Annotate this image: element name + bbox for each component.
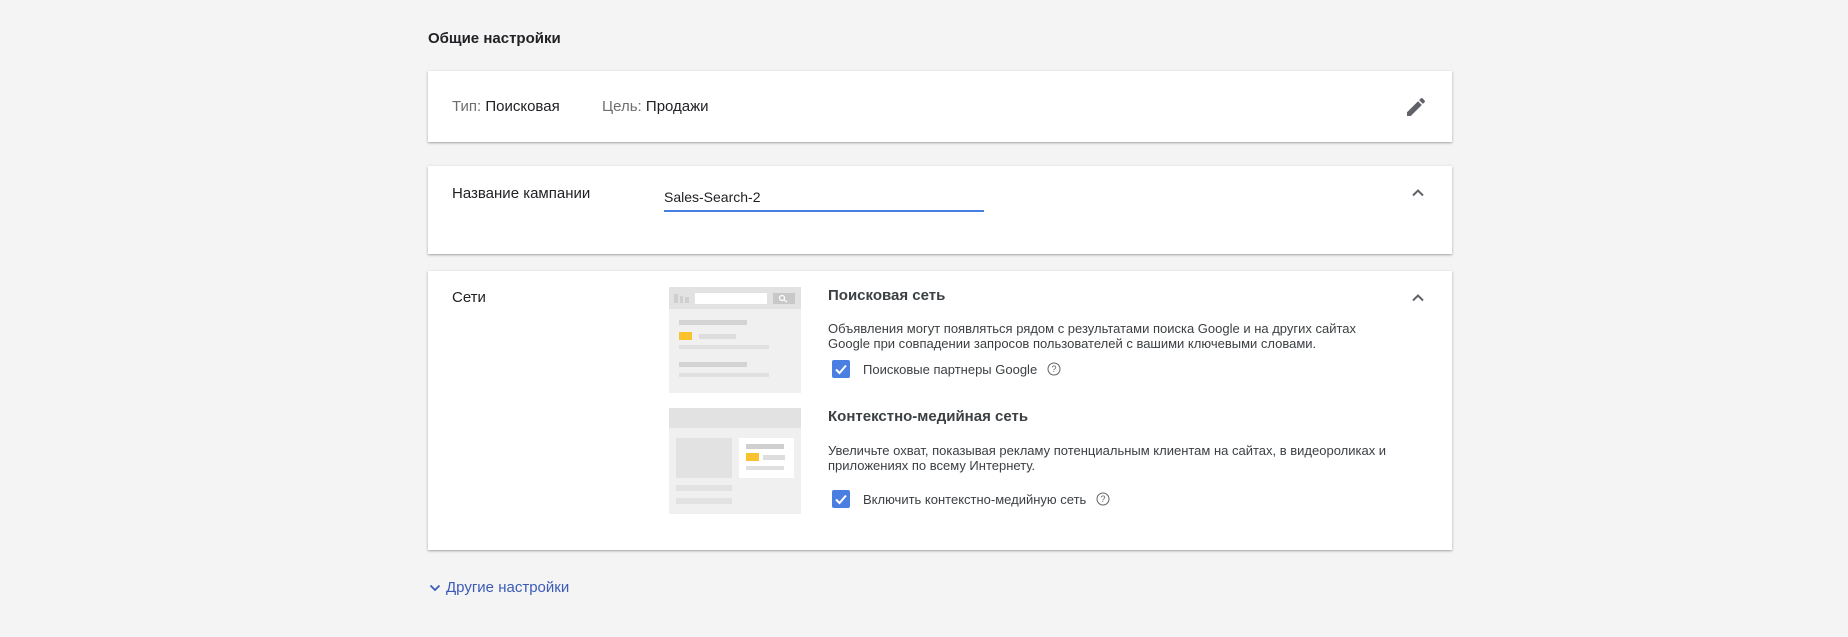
help-icon[interactable]: ? xyxy=(1047,362,1061,376)
display-network-label: Включить контекстно-медийную сеть xyxy=(863,491,1087,507)
display-network-checkbox[interactable] xyxy=(832,490,850,508)
type-label: Тип: xyxy=(452,98,482,115)
search-network-description: Объявления могут появляться рядом с резу… xyxy=(828,321,1357,351)
type-value: Поисковая xyxy=(485,98,560,115)
check-icon xyxy=(835,364,847,375)
display-network-illustration xyxy=(669,408,801,514)
display-network-description: Увеличьте охват, показывая рекламу потен… xyxy=(828,443,1387,473)
search-network-illustration xyxy=(669,287,801,393)
networks-card: Сети Поисковая сеть Объявления могут поя… xyxy=(428,271,1452,550)
display-network-row: Включить контекстно-медийную сеть ? xyxy=(832,490,1110,508)
chevron-down-icon xyxy=(429,584,441,591)
campaign-summary: Тип: Поисковая Цель: Продажи xyxy=(452,98,709,115)
more-settings-label: Другие настройки xyxy=(446,579,570,596)
display-network-title: Контекстно-медийная сеть xyxy=(828,408,1029,425)
search-partners-label: Поисковые партнеры Google xyxy=(863,361,1038,377)
section-title: Общие настройки xyxy=(428,30,561,47)
more-settings-link[interactable]: Другие настройки xyxy=(428,579,569,596)
search-network-title: Поисковая сеть xyxy=(828,287,946,304)
search-partners-checkbox[interactable] xyxy=(832,360,850,378)
goal-value: Продажи xyxy=(645,98,709,115)
svg-text:?: ? xyxy=(1052,364,1057,374)
chevron-up-icon[interactable] xyxy=(1408,288,1428,308)
networks-label: Сети xyxy=(452,289,486,306)
campaign-name-card: Название кампании xyxy=(428,166,1452,254)
campaign-name-input[interactable] xyxy=(664,184,984,212)
chevron-up-icon[interactable] xyxy=(1408,183,1428,203)
check-icon xyxy=(835,494,847,505)
help-icon[interactable]: ? xyxy=(1096,492,1110,506)
pencil-icon[interactable] xyxy=(1404,95,1428,119)
goal-label: Цель: xyxy=(602,98,642,115)
search-partners-row: Поисковые партнеры Google ? xyxy=(832,360,1061,378)
campaign-summary-card: Тип: Поисковая Цель: Продажи xyxy=(428,71,1452,142)
campaign-name-label: Название кампании xyxy=(452,185,591,202)
svg-text:?: ? xyxy=(1101,494,1106,504)
